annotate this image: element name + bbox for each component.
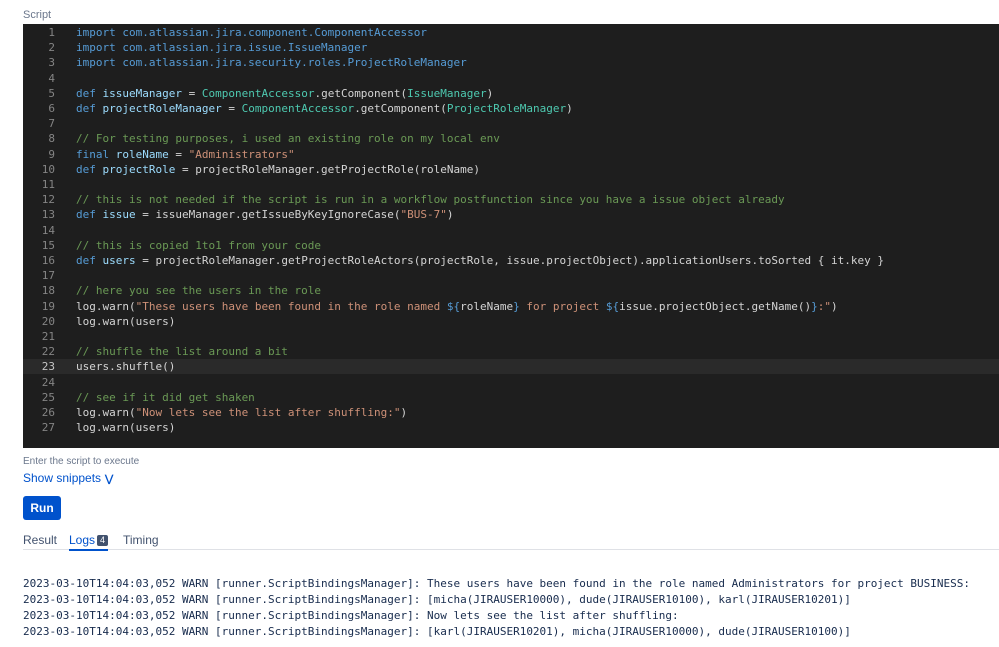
line-number: 20 [41,314,55,328]
line-number: 1 [48,26,55,39]
line-number: 4 [48,71,55,85]
code-line[interactable]: 19 log.warn("These users have been found … [23,299,999,314]
line-number: 19 [41,299,55,313]
line-number: 6 [48,102,55,115]
line-number: 25 [41,390,55,404]
tab-result-label: Result [23,533,58,547]
code-line[interactable]: 12 // this is not needed if the script is… [23,192,999,207]
line-number: 17 [41,269,55,283]
editor-hint: Enter the script to execute [23,456,140,467]
code-text: log.warn("Now lets see the list after sh… [76,406,408,419]
code-line[interactable]: 14 [23,223,999,238]
code-line[interactable]: 9 final roleName = "Administrators" [23,147,999,162]
code-text: // here you see the users in the role [76,284,322,298]
tab-timing[interactable]: Timing [123,533,159,547]
chevron-double-down-icon: ⋁ [105,474,114,485]
code-line[interactable]: 20 log.warn(users) [23,314,999,329]
code-line[interactable]: 27 log.warn(users) [23,420,999,435]
line-number: 15 [41,238,55,252]
logs-count-badge: 4 [97,535,109,546]
code-text: final roleName = "Administrators" [76,147,295,161]
line-number: 2 [48,41,55,55]
code-line[interactable]: 5 def issueManager = ComponentAccessor.ge… [23,86,999,101]
code-line[interactable]: 13 def issue = issueManager.getIssueByKey… [23,207,999,222]
line-number: 26 [41,406,55,419]
code-line[interactable]: 17 [23,268,999,283]
tab-result[interactable]: Result [23,533,57,547]
code-text: def issue = issueManager.getIssueByKeyIg… [76,208,454,222]
line-number: 9 [48,147,55,161]
tab-timing-label: Timing [123,533,159,547]
log-line: 2023-03-10T14:04:03,052 WARN [runner.Scr… [23,625,851,638]
tab-logs[interactable]: Logs 4 [69,533,109,551]
code-text: // For testing purposes, i used an exist… [76,132,500,146]
line-number: 3 [48,56,55,70]
code-text: // see if it did get shaken [76,390,255,404]
code-text: import com.atlassian.jira.component.Comp… [76,26,427,39]
code-text: log.warn(users) [76,421,176,435]
code-line[interactable]: 10 def projectRole = projectRoleManager.g… [23,162,999,177]
code-text: users.shuffle() [76,360,176,374]
line-number: 10 [41,162,55,176]
line-number: 27 [41,421,55,435]
log-line: 2023-03-10T14:04:03,052 WARN [runner.Scr… [23,609,679,622]
code-line[interactable]: 16 def users = projectRoleManager.getProj… [23,253,999,268]
line-number: 8 [48,132,55,146]
line-number: 24 [41,375,55,389]
code-text: // this is copied 1to1 from your code [76,238,322,252]
code-line[interactable]: 26 log.warn("Now lets see the list after … [23,405,999,420]
code-line[interactable]: 3 import com.atlassian.jira.security.role… [23,55,999,70]
log-line: 2023-03-10T14:04:03,052 WARN [runner.Scr… [23,577,971,590]
line-number: 21 [41,330,55,343]
line-number: 5 [48,86,55,100]
tab-logs-label: Logs [69,533,96,547]
code-line[interactable]: 23 users.shuffle() [23,359,999,375]
code-text: def projectRoleManager = ComponentAccess… [76,102,573,115]
code-line[interactable]: 25 // see if it did get shaken [23,390,999,405]
line-number: 22 [41,345,55,359]
code-text: // this is not needed if the script is r… [76,193,785,207]
code-line[interactable]: 21 [23,329,999,344]
log-line: 2023-03-10T14:04:03,052 WARN [runner.Scr… [23,593,851,606]
code-line[interactable]: 6 def projectRoleManager = ComponentAcces… [23,101,999,116]
code-line[interactable]: 22 // shuffle the list around a bit [23,344,999,359]
code-line[interactable]: 15 // this is copied 1to1 from your code [23,238,999,253]
code-text: def issueManager = ComponentAccessor.get… [76,86,494,100]
line-number: 11 [41,178,55,191]
code-text: // shuffle the list around a bit [76,345,288,359]
code-line[interactable]: 18 // here you see the users in the role [23,283,999,298]
line-number: 12 [41,193,55,207]
show-snippets-link[interactable]: Show snippets ⋁ [23,471,113,485]
code-text: log.warn(users) [76,314,176,328]
code-text: log.warn("These users have been found in… [76,299,838,313]
line-number: 14 [41,223,55,237]
line-number: 18 [41,284,55,298]
show-snippets-label: Show snippets [23,471,102,485]
code-text: def users = projectRoleManager.getProjec… [76,254,884,267]
line-number: 13 [41,208,55,222]
run-button[interactable]: Run [23,496,61,520]
line-number: 23 [41,360,55,374]
line-number: 7 [48,117,55,131]
code-line[interactable]: 2 import com.atlassian.jira.issue.IssueMa… [23,40,999,55]
line-number: 16 [41,254,55,267]
code-line[interactable]: 11 [23,177,999,192]
output-tabs: Result Logs 4 Timing [23,533,999,551]
code-line[interactable]: 1 import com.atlassian.jira.component.Com… [23,25,999,40]
code-line[interactable]: 8 // For testing purposes, i used an exis… [23,131,999,146]
code-line[interactable]: 4 [23,71,999,86]
code-line[interactable]: 24 [23,375,999,390]
script-label: Script [23,9,52,21]
code-line[interactable]: 7 [23,116,999,131]
code-text: def projectRole = projectRoleManager.get… [76,162,480,176]
code-text: import com.atlassian.jira.security.roles… [76,56,467,70]
code-editor[interactable]: 1 import com.atlassian.jira.component.Com… [23,24,999,448]
code-text: import com.atlassian.jira.issue.IssueMan… [76,41,368,55]
